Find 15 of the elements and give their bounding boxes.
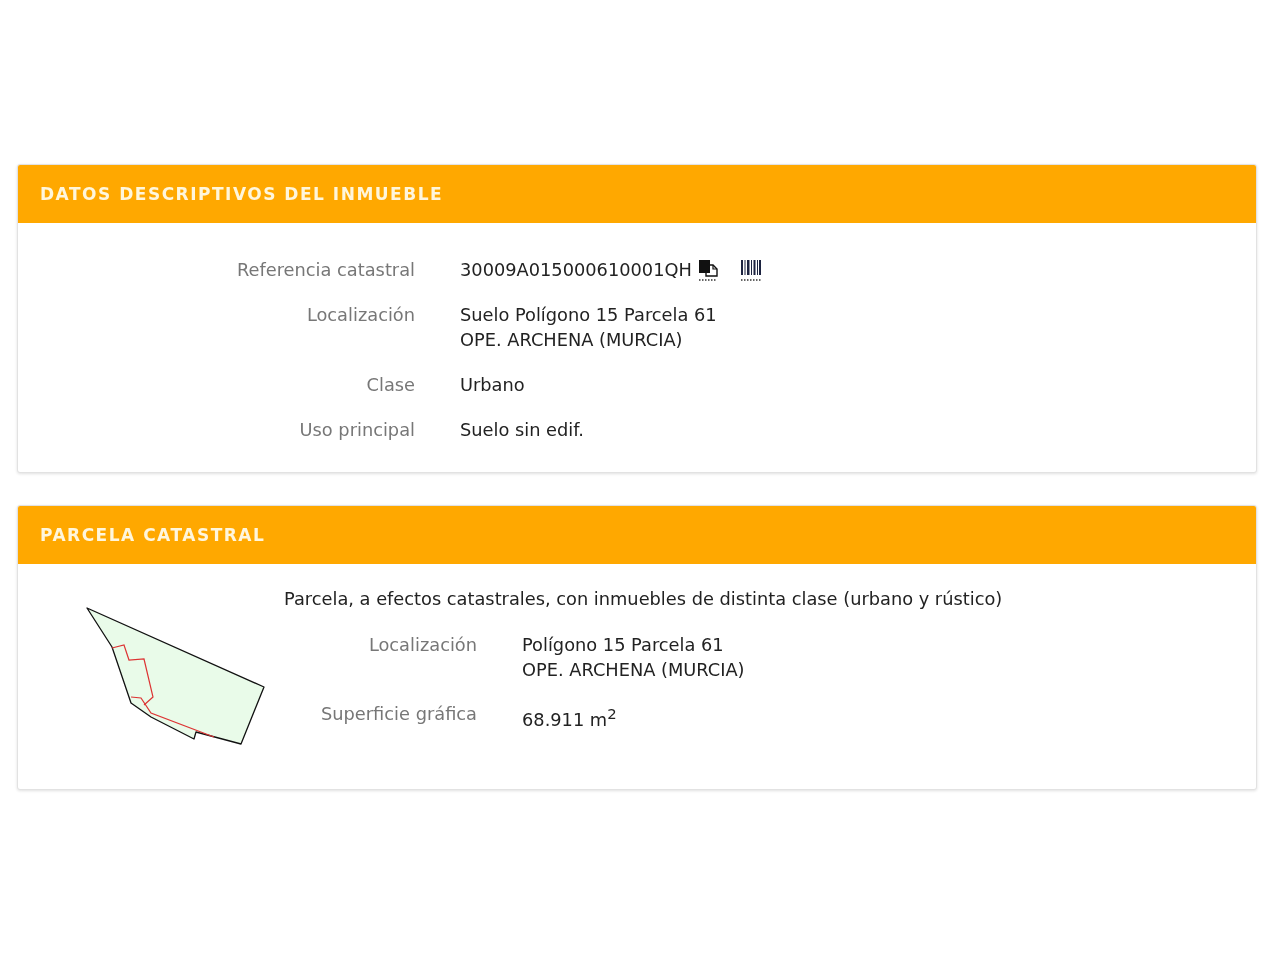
barcode-icon[interactable] — [739, 258, 762, 281]
copy-icon[interactable] — [697, 258, 718, 281]
field-value: Urbano — [460, 373, 526, 397]
parcel-note: Parcela, a efectos catastrales, con inmuebles de distinta clase (urbano y rústico) — [284, 587, 1003, 611]
field-label: Localización — [305, 303, 415, 327]
field-label: Referencia catastral — [236, 258, 415, 282]
field-value: 68.911 m$^{2}$ — [522, 704, 618, 732]
field-label: Clase — [365, 373, 415, 397]
field-label: Superficie gráfica — [320, 702, 477, 726]
panel-title: DATOS DESCRIPTIVOS DEL INMUEBLE — [40, 182, 444, 206]
reference-value: 30009A015000610001QH — [460, 258, 692, 282]
field-value: Suelo Polígono 15 Parcela 61 OPE. ARCHENA (MURCIA) — [460, 303, 718, 352]
field-value: Suelo sin edif. — [460, 418, 585, 442]
panel-title: PARCELA CATASTRAL — [40, 523, 266, 547]
field-label: Uso principal — [298, 418, 415, 442]
